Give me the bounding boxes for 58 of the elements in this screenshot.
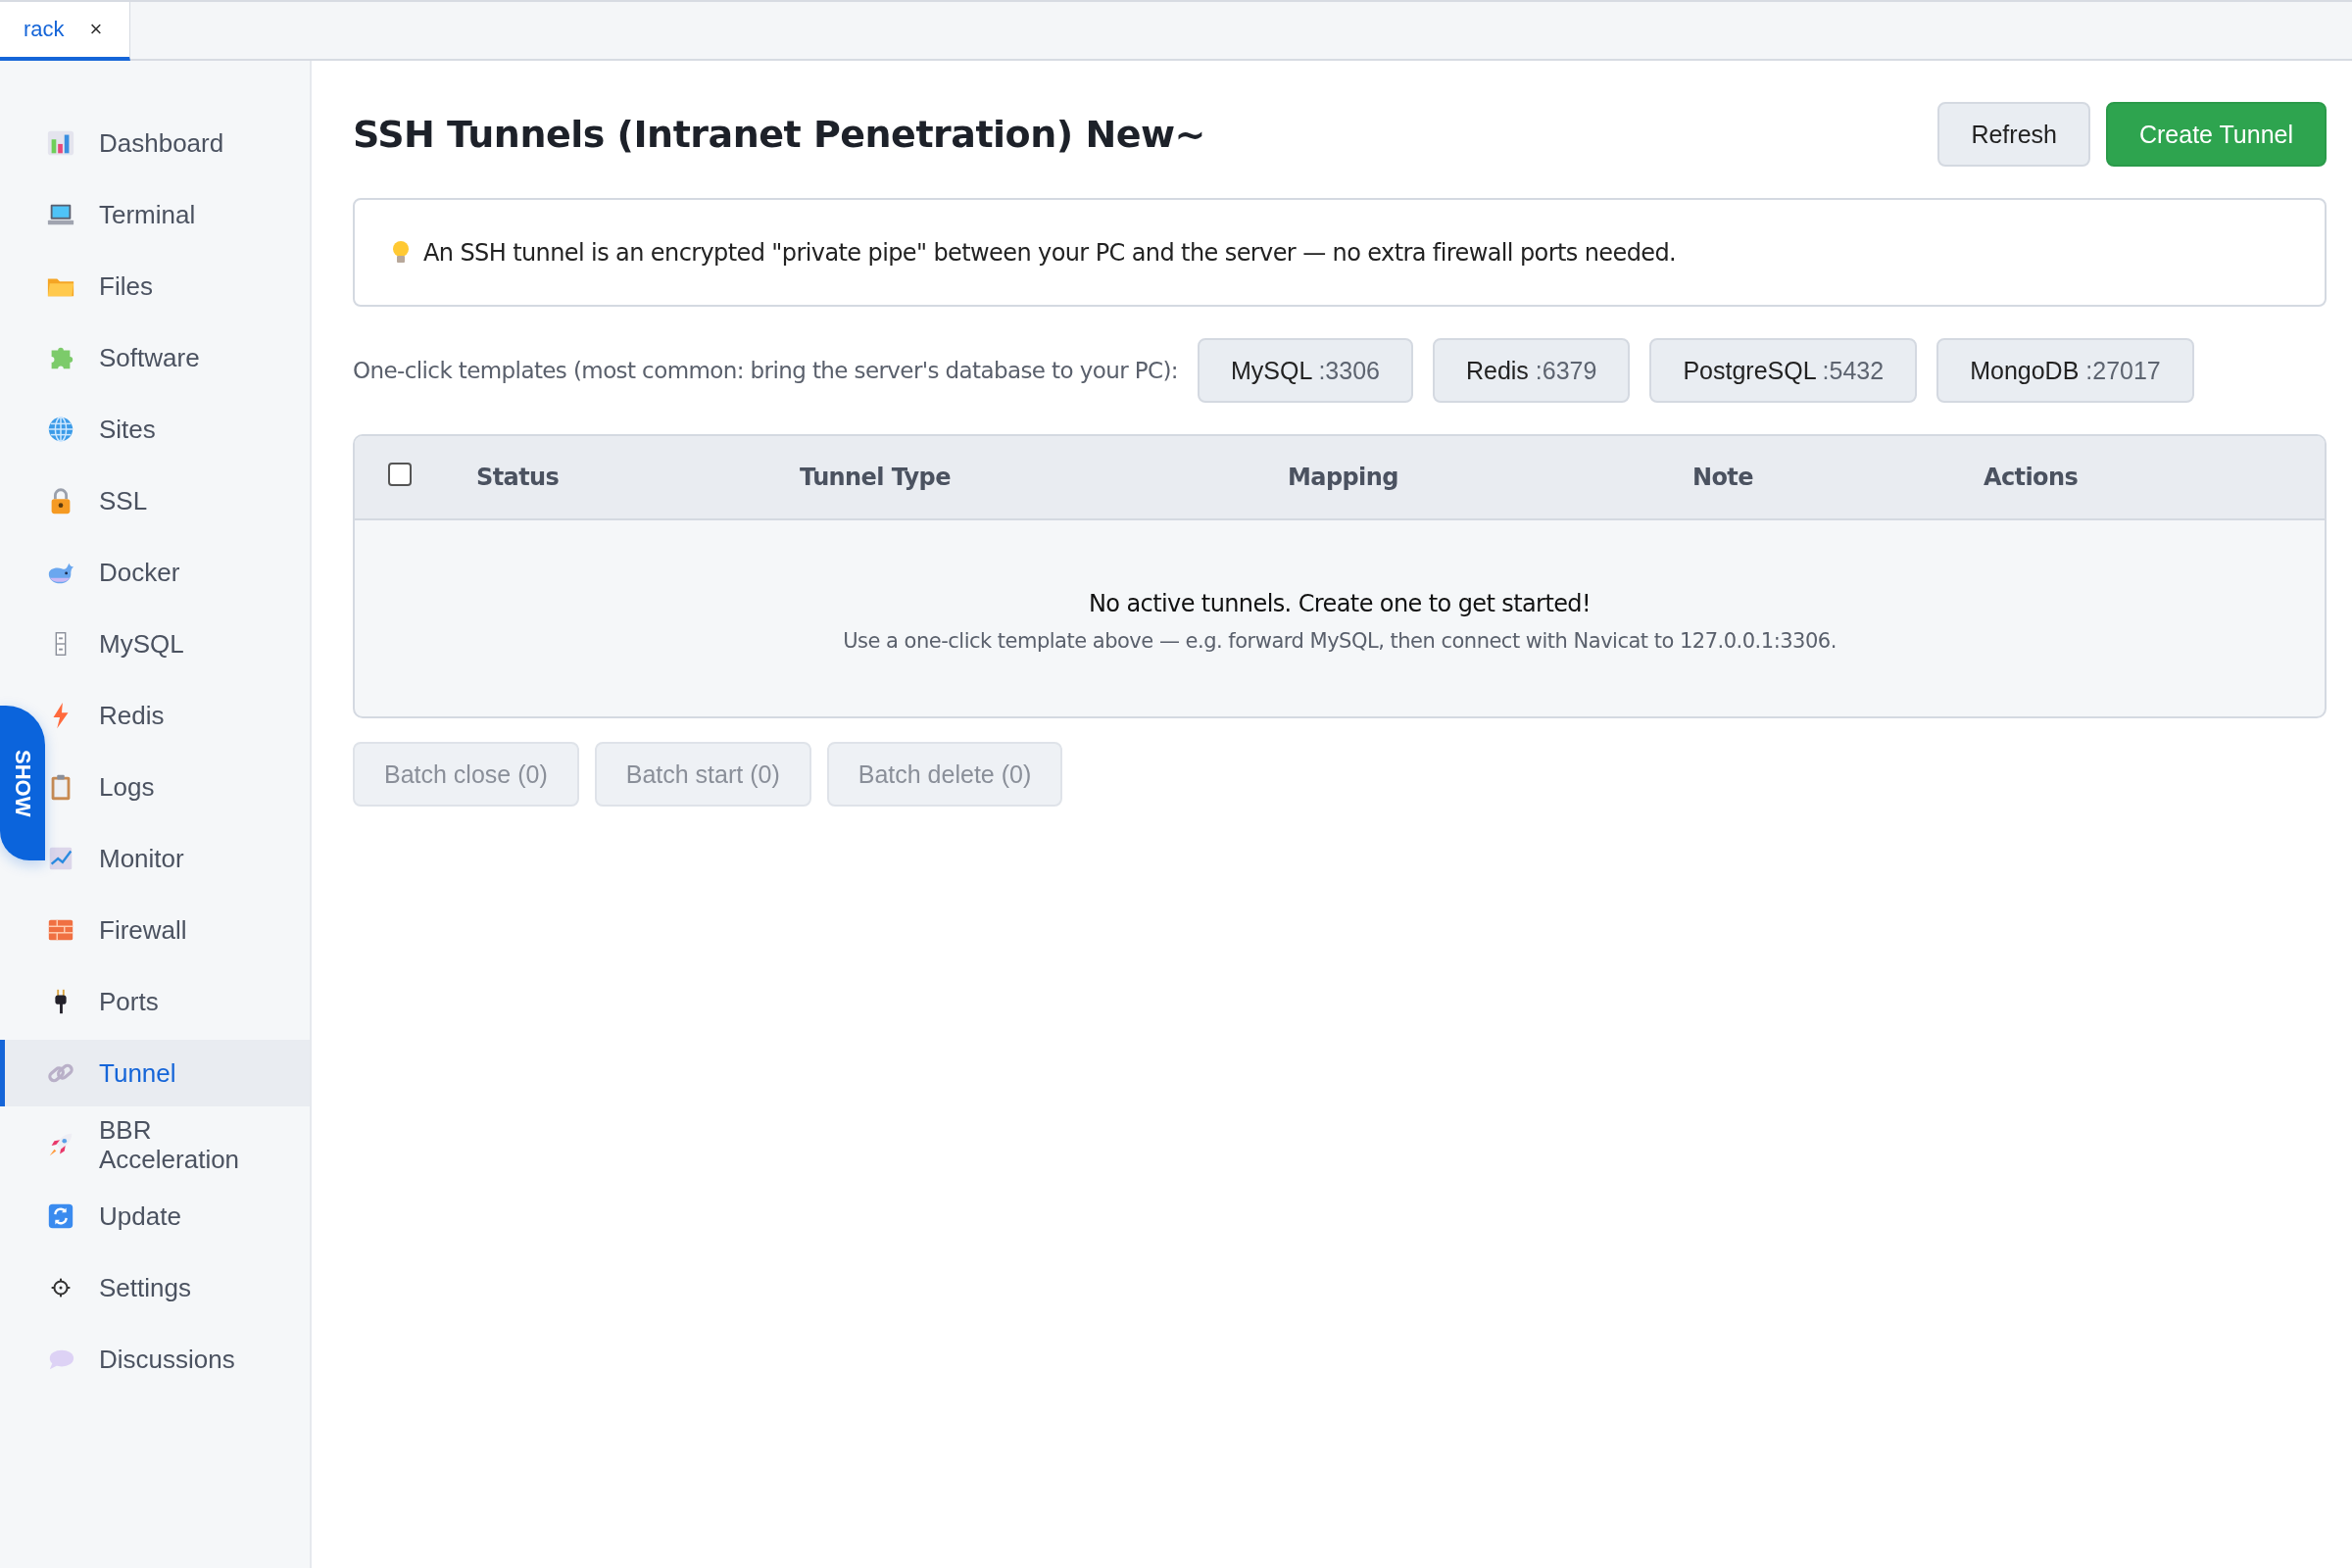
sidebar-item[interactable]: Docker: [46, 539, 310, 606]
sidebar-item[interactable]: Discussions: [46, 1326, 310, 1393]
sidebar-label: Software: [99, 343, 200, 372]
sidebar-item[interactable]: Terminal: [46, 181, 310, 248]
select-all-checkbox[interactable]: [388, 463, 412, 486]
lightbulb-icon: [390, 239, 412, 266]
template-button[interactable]: MongoDB :27017: [1936, 338, 2194, 403]
sidebar-item[interactable]: Firewall: [46, 897, 310, 963]
sidebar-label: Docker: [99, 558, 180, 587]
page-title: SSH Tunnels (Intranet Penetration) New~: [353, 113, 1205, 156]
template-button[interactable]: PostgreSQL :5432: [1649, 338, 1918, 403]
sidebar-label: Discussions: [99, 1345, 235, 1374]
sidebar-item[interactable]: Settings: [46, 1254, 310, 1321]
sidebar-item[interactable]: BBR Acceleration: [46, 1111, 310, 1178]
bar-chart-icon: [46, 128, 75, 158]
refresh-icon: [46, 1201, 75, 1231]
sidebar-label: Settings: [99, 1273, 191, 1302]
template-button[interactable]: Redis :6379: [1432, 338, 1631, 403]
sidebar-item[interactable]: SSL: [46, 467, 310, 534]
sidebar-item[interactable]: Dashboard: [46, 110, 310, 176]
column-header: Status: [476, 464, 561, 491]
show-tab[interactable]: SHOW: [0, 706, 45, 860]
sidebar-label: Dashboard: [99, 128, 224, 158]
column-header: Actions: [1984, 464, 2080, 491]
sidebar-label: MySQL: [99, 629, 184, 659]
sidebar-label: Ports: [99, 987, 159, 1016]
empty-title: No active tunnels. Create one to get started!: [1089, 590, 1591, 617]
refresh-button[interactable]: Refresh: [1937, 102, 2090, 167]
sidebar-item[interactable]: Redis: [46, 682, 310, 749]
sidebar-item[interactable]: Files: [46, 253, 310, 319]
sidebar-label: Monitor: [99, 844, 184, 873]
column-header: Mapping: [1288, 464, 1399, 491]
sidebar-label: Update: [99, 1201, 181, 1231]
sidebar-item[interactable]: Ports: [46, 968, 310, 1035]
sidebar-label: Firewall: [99, 915, 187, 945]
sidebar-item[interactable]: Monitor: [46, 825, 310, 892]
sidebar-label: Sites: [99, 415, 156, 444]
sidebar-label: Logs: [99, 772, 155, 802]
tab[interactable]: rack ×: [0, 2, 131, 61]
sidebar-item[interactable]: MySQL: [46, 611, 310, 677]
tip-text: An SSH tunnel is an encrypted "private pipe" between your PC and the server — no extra firewall ports needed.: [423, 238, 1677, 267]
column-header: Note: [1692, 464, 1754, 491]
sidebar-label: BBR Acceleration: [99, 1115, 241, 1174]
column-header: Tunnel Type: [800, 464, 952, 491]
sidebar-item[interactable]: Sites: [46, 396, 310, 463]
sidebar-label: Tunnel: [99, 1058, 176, 1088]
templates-label: One-click templates (most common: bring the server's database to your PC):: [353, 358, 1178, 383]
empty-hint: Use a one-click template above — e.g. forward MySQL, then connect with Navicat to 127.0.0.1:3306.: [843, 629, 1837, 653]
sidebar-item[interactable]: Software: [46, 324, 310, 391]
sidebar-label: Terminal: [99, 200, 196, 229]
globe-icon: [46, 415, 75, 444]
sidebar-item[interactable]: Update: [46, 1183, 310, 1250]
sidebar-label: Redis: [99, 701, 165, 730]
sidebar-item[interactable]: Logs: [46, 754, 310, 820]
sidebar-label: SSL: [99, 486, 148, 515]
template-button[interactable]: MySQL :3306: [1198, 338, 1413, 403]
sidebar-label: Files: [99, 271, 153, 301]
close-icon[interactable]: ×: [89, 17, 103, 42]
